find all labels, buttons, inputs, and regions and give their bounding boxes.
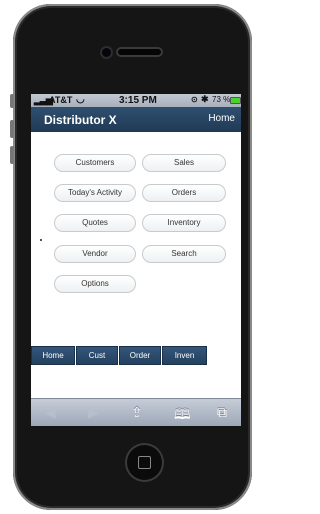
todays-activity-button[interactable]: Today's Activity xyxy=(54,184,136,202)
bluetooth-icon: ✱ xyxy=(201,94,209,104)
sales-button[interactable]: Sales xyxy=(142,154,226,172)
app-header: Distributor X Home xyxy=(31,107,241,132)
customers-button[interactable]: Customers xyxy=(54,154,136,172)
home-link[interactable]: Home xyxy=(208,113,235,124)
status-time: 3:15 PM xyxy=(119,95,157,106)
status-bar: ▂▃▅ AT&T ◡ 3:15 PM ⊙ ✱ 73 % xyxy=(31,94,241,107)
stray-dot xyxy=(40,239,42,241)
mute-switch[interactable] xyxy=(10,94,14,108)
browser-toolbar: ◀ ▶ ⇪ 🕮 ⧉ xyxy=(31,398,241,426)
wifi-icon: ◡ xyxy=(76,94,85,105)
vendor-button[interactable]: Vendor xyxy=(54,245,136,263)
phone-screen: ▂▃▅ AT&T ◡ 3:15 PM ⊙ ✱ 73 % Distributor … xyxy=(31,94,241,426)
home-button[interactable] xyxy=(127,445,162,480)
options-button[interactable]: Options xyxy=(54,275,136,293)
quotes-button[interactable]: Quotes xyxy=(54,214,136,232)
orders-button[interactable]: Orders xyxy=(142,184,226,202)
search-button[interactable]: Search xyxy=(142,245,226,263)
carrier-label: AT&T xyxy=(49,95,73,105)
home-square-icon xyxy=(138,456,151,469)
share-icon[interactable]: ⇪ xyxy=(131,404,143,421)
volume-up-button[interactable] xyxy=(10,120,14,138)
tab-home[interactable]: Home xyxy=(31,346,75,365)
page-title: Distributor X xyxy=(44,113,117,127)
battery-percent: 73 % xyxy=(212,95,231,104)
battery-icon xyxy=(230,97,241,104)
location-icon: ⊙ xyxy=(191,95,198,104)
volume-down-button[interactable] xyxy=(10,146,14,164)
front-camera xyxy=(102,48,111,57)
inventory-button[interactable]: Inventory xyxy=(142,214,226,232)
tab-cust[interactable]: Cust xyxy=(76,346,118,365)
earpiece-speaker xyxy=(118,49,161,55)
forward-icon[interactable]: ▶ xyxy=(88,404,99,421)
tab-inven[interactable]: Inven xyxy=(162,346,207,365)
back-icon[interactable]: ◀ xyxy=(45,404,56,421)
tabs-icon[interactable]: ⧉ xyxy=(217,404,227,421)
bookmarks-icon[interactable]: 🕮 xyxy=(174,404,191,426)
tab-order[interactable]: Order xyxy=(119,346,161,365)
bottom-tab-bar: Home Cust Order Inven xyxy=(31,346,241,365)
